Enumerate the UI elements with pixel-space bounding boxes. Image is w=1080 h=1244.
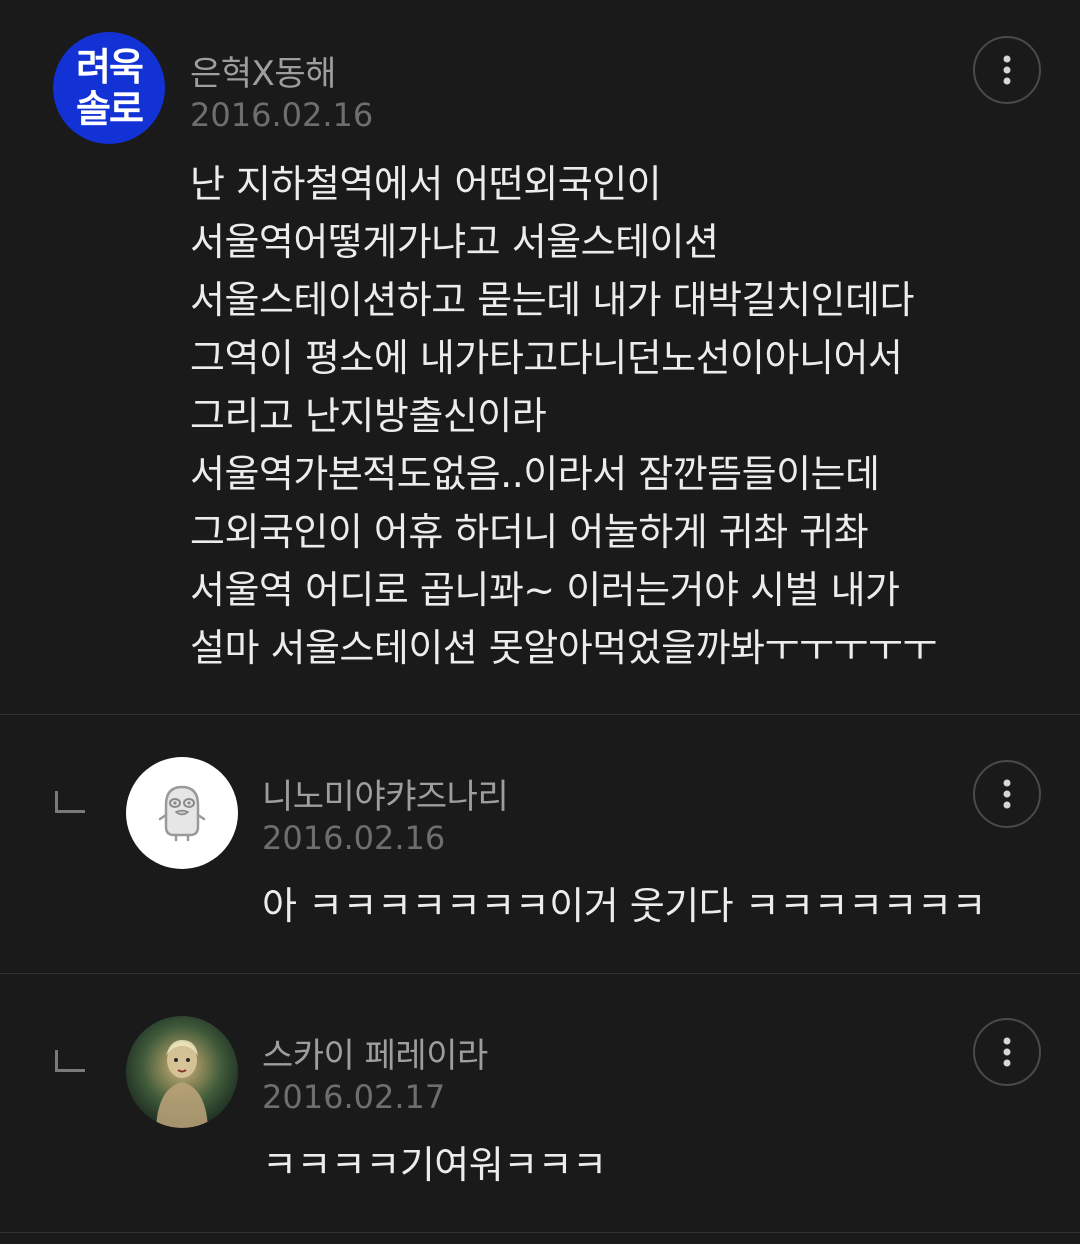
comment-line: 그외국인이 어휴 하더니 어눌하게 귀촤 귀촤 bbox=[190, 510, 869, 554]
comment-date: 2016.02.16 bbox=[262, 819, 446, 857]
comment-author[interactable]: 니노미야캬즈나리 bbox=[262, 769, 509, 818]
comment-line: 아 ㅋㅋㅋㅋㅋㅋㅋ이거 웃기다 ㅋㅋㅋㅋㅋㅋㅋ bbox=[262, 884, 986, 928]
comment-body: ㅋㅋㅋㅋ기여워ㅋㅋㅋ bbox=[262, 1136, 607, 1194]
comment-author[interactable]: 스카이 페레이라 bbox=[262, 1028, 488, 1077]
avatar[interactable]: 려욱 솔로 bbox=[53, 32, 165, 144]
comment-item: 려욱 솔로 은혁X동해 2016.02.16 난 지하철역에서 어떤외국인이 서… bbox=[0, 0, 1080, 714]
comment-line: 서울역가본적도없음..이라서 잠깐뜸들이는데 bbox=[190, 452, 880, 496]
default-character-icon bbox=[158, 785, 206, 842]
comment-date: 2016.02.16 bbox=[190, 96, 374, 134]
reply-corner-icon bbox=[55, 1050, 85, 1072]
comment-line: ㅋㅋㅋㅋ기여워ㅋㅋㅋ bbox=[262, 1143, 607, 1187]
more-options-button[interactable] bbox=[973, 760, 1041, 828]
avatar[interactable] bbox=[126, 757, 238, 869]
vertical-ellipsis-icon bbox=[1003, 1037, 1011, 1067]
comment-body: 아 ㅋㅋㅋㅋㅋㅋㅋ이거 웃기다 ㅋㅋㅋㅋㅋㅋㅋ bbox=[262, 877, 986, 935]
more-options-button[interactable] bbox=[973, 36, 1041, 104]
comment-date: 2016.02.17 bbox=[262, 1078, 446, 1116]
avatar[interactable] bbox=[126, 1016, 238, 1128]
reply-item: 니노미야캬즈나리 2016.02.16 아 ㅋㅋㅋㅋㅋㅋㅋ이거 웃기다 ㅋㅋㅋㅋ… bbox=[0, 715, 1080, 973]
comment-line: 그리고 난지방출신이라 bbox=[190, 394, 547, 438]
avatar-badge-text: 솔로 bbox=[76, 87, 144, 131]
avatar-badge-text: 려욱 bbox=[76, 45, 144, 89]
vertical-ellipsis-icon bbox=[1003, 55, 1011, 85]
more-options-button[interactable] bbox=[973, 1018, 1041, 1086]
comment-line: 난 지하철역에서 어떤외국인이 bbox=[190, 162, 662, 206]
comment-line: 그역이 평소에 내가타고다니던노선이아니어서 bbox=[190, 336, 903, 380]
vertical-ellipsis-icon bbox=[1003, 779, 1011, 809]
comment-author[interactable]: 은혁X동해 bbox=[190, 46, 336, 95]
profile-photo-icon bbox=[156, 1040, 208, 1128]
reply-item: 스카이 페레이라 2016.02.17 ㅋㅋㅋㅋ기여워ㅋㅋㅋ bbox=[0, 974, 1080, 1232]
comment-line: 설마 서울스테이션 못알아먹었을까봐ㅜㅜㅜㅜㅜ bbox=[190, 626, 937, 670]
comment-line: 서울역 어디로 곱니꽈~ 이러는거야 시벌 내가 bbox=[190, 568, 900, 612]
comment-line: 서울스테이션하고 묻는데 내가 대박길치인데다 bbox=[190, 278, 914, 322]
comment-divider bbox=[0, 1232, 1080, 1233]
comment-line: 서울역어떻게가냐고 서울스테이션 bbox=[190, 220, 719, 264]
reply-corner-icon bbox=[55, 791, 85, 813]
comment-body: 난 지하철역에서 어떤외국인이 서울역어떻게가냐고 서울스테이션 서울스테이션하… bbox=[190, 155, 937, 677]
